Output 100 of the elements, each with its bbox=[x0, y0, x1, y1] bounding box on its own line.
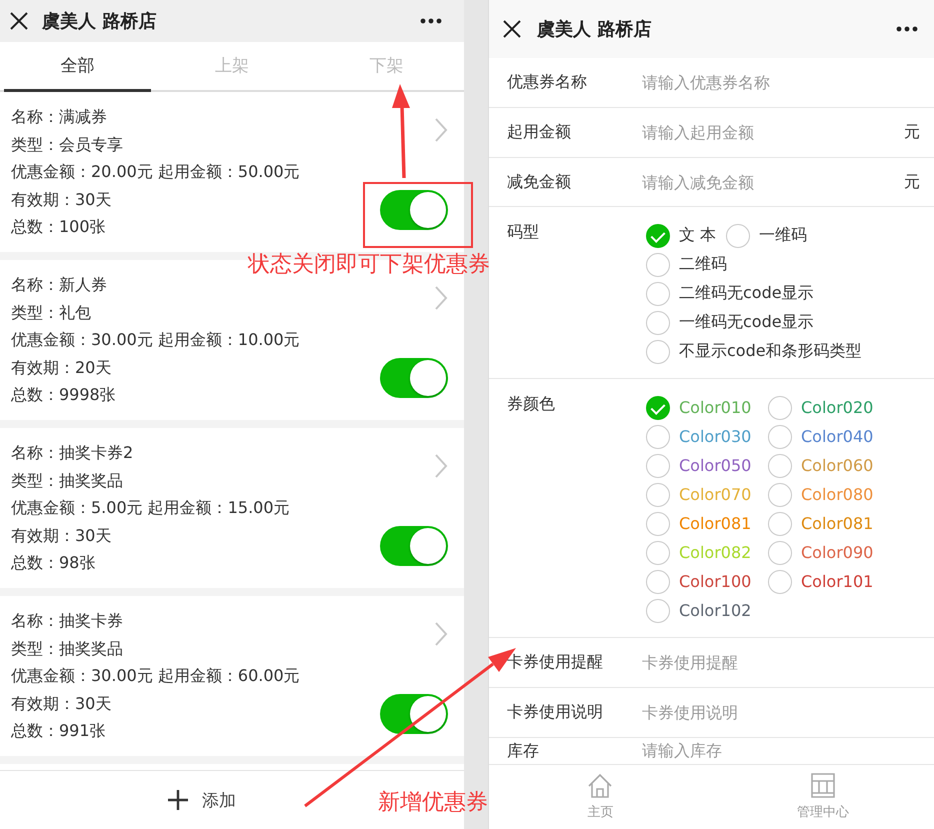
radio-button[interactable] bbox=[646, 340, 670, 364]
color-option[interactable]: Color070 bbox=[679, 485, 752, 504]
color-option[interactable]: Color060 bbox=[801, 456, 874, 476]
coupon-info: 总数：98张 bbox=[11, 552, 96, 574]
field-label: 优惠券名称 bbox=[507, 72, 588, 93]
color-option[interactable]: Color081 bbox=[801, 514, 874, 534]
coupon-info: 类型：会员专享 bbox=[11, 134, 124, 156]
toggle-switch[interactable] bbox=[380, 694, 448, 734]
tab[interactable]: 全部 bbox=[4, 42, 151, 92]
plus-icon bbox=[168, 790, 188, 810]
toggle-switch[interactable] bbox=[380, 190, 448, 230]
tab[interactable]: 上架 bbox=[158, 42, 306, 92]
radio-button[interactable] bbox=[646, 396, 670, 420]
chevron-right-icon bbox=[434, 285, 448, 311]
coupon-info: 优惠金额：30.00元 起用金额：60.00元 bbox=[11, 665, 301, 688]
unit-label: 元 bbox=[904, 172, 920, 193]
radio-button[interactable] bbox=[768, 512, 792, 536]
color-option[interactable]: Color050 bbox=[679, 456, 752, 476]
coupon-info: 优惠金额：20.00元 起用金额：50.00元 bbox=[11, 161, 301, 184]
close-icon[interactable] bbox=[503, 20, 521, 38]
radio-button[interactable] bbox=[646, 540, 670, 565]
chevron-right-icon bbox=[434, 117, 448, 143]
house-icon bbox=[587, 772, 614, 799]
unit-label: 元 bbox=[904, 122, 920, 143]
input-field[interactable]: 请输入减免金额 bbox=[642, 172, 898, 192]
coupon-info: 类型：礼包 bbox=[11, 302, 92, 324]
radio-button[interactable] bbox=[726, 224, 750, 248]
coupon-info: 优惠金额：30.00元 起用金额：10.00元 bbox=[11, 329, 301, 352]
field-label: 起用金额 bbox=[507, 122, 572, 143]
radio-button[interactable] bbox=[646, 454, 670, 478]
coupon-info: 类型：抽奖奖品 bbox=[11, 470, 124, 492]
field-label: 减免金额 bbox=[507, 172, 572, 193]
color-option[interactable]: Color101 bbox=[801, 572, 874, 592]
more-icon[interactable] bbox=[896, 26, 918, 32]
coupon-info: 总数：991张 bbox=[11, 720, 107, 742]
color-option[interactable]: Color102 bbox=[679, 601, 752, 620]
radio-button[interactable] bbox=[646, 252, 670, 277]
coupon-info: 有效期：30天 bbox=[11, 524, 112, 547]
code-type-option[interactable]: 一维码 bbox=[759, 225, 808, 246]
radio-button[interactable] bbox=[768, 396, 792, 420]
color-option[interactable]: Color010 bbox=[679, 398, 752, 418]
field-label: 码型 bbox=[507, 221, 540, 244]
radio-button[interactable] bbox=[646, 282, 670, 306]
shop-icon bbox=[808, 772, 837, 799]
field-label: 库存 bbox=[507, 742, 540, 760]
coupon-info: 优惠金额：5.00元 起用金额：15.00元 bbox=[11, 497, 291, 520]
input-field[interactable]: 请输入库存 bbox=[642, 742, 920, 760]
input-field[interactable]: 请输入优惠券名称 bbox=[642, 72, 920, 92]
color-option[interactable]: Color040 bbox=[801, 427, 874, 446]
toggle-switch[interactable] bbox=[380, 526, 448, 566]
input-field[interactable]: 卡券使用说明 bbox=[642, 703, 920, 722]
color-option[interactable]: Color081 bbox=[679, 514, 752, 534]
code-type-option[interactable]: 文 本 bbox=[679, 225, 716, 246]
coupon-info: 名称：新人券 bbox=[11, 274, 108, 296]
toggle-switch[interactable] bbox=[380, 358, 448, 398]
coupon-info: 有效期：30天 bbox=[11, 692, 112, 715]
close-icon[interactable] bbox=[10, 12, 28, 30]
field-label: 卡券使用说明 bbox=[507, 702, 604, 724]
radio-button[interactable] bbox=[646, 598, 670, 623]
color-option[interactable]: Color030 bbox=[679, 427, 752, 446]
radio-button[interactable] bbox=[646, 424, 670, 449]
color-option[interactable]: Color020 bbox=[801, 398, 874, 418]
tab[interactable]: 下架 bbox=[313, 42, 460, 92]
coupon-info: 名称：满减券 bbox=[11, 106, 108, 128]
input-field[interactable]: 卡券使用提醒 bbox=[642, 653, 920, 672]
coupon-info: 名称：抽奖卡券 bbox=[11, 610, 124, 632]
coupon-info: 总数：9998张 bbox=[11, 384, 117, 406]
coupon-info: 有效期：20天 bbox=[11, 356, 112, 379]
radio-button[interactable] bbox=[646, 224, 670, 248]
radio-button[interactable] bbox=[646, 482, 670, 507]
code-type-option[interactable]: 不显示code和条形码类型 bbox=[679, 341, 862, 362]
color-option[interactable]: Color100 bbox=[679, 572, 752, 592]
coupon-info: 类型：抽奖奖品 bbox=[11, 638, 124, 660]
radio-button[interactable] bbox=[646, 310, 670, 335]
chevron-right-icon bbox=[434, 453, 448, 479]
tab-bar-item[interactable]: 主页 bbox=[489, 764, 712, 829]
coupon-info: 总数：100张 bbox=[11, 216, 107, 238]
radio-button[interactable] bbox=[768, 482, 792, 507]
radio-button[interactable] bbox=[768, 424, 792, 449]
code-type-option[interactable]: 一维码无code显示 bbox=[679, 312, 814, 334]
radio-button[interactable] bbox=[768, 540, 792, 565]
code-type-option[interactable]: 二维码 bbox=[679, 254, 727, 276]
coupon-info: 有效期：30天 bbox=[11, 188, 112, 211]
add-button[interactable]: 添加 bbox=[162, 788, 242, 812]
radio-button[interactable] bbox=[768, 454, 792, 478]
color-option[interactable]: Color090 bbox=[801, 543, 874, 562]
input-field[interactable]: 请输入起用金额 bbox=[642, 122, 898, 142]
radio-button[interactable] bbox=[768, 570, 792, 594]
color-option[interactable]: Color080 bbox=[801, 485, 874, 504]
radio-button[interactable] bbox=[646, 512, 670, 536]
annotation-text: 状态关闭即可下架优惠券 bbox=[248, 251, 490, 277]
field-label: 卡券使用提醒 bbox=[507, 652, 604, 674]
coupon-info: 名称：抽奖卡券2 bbox=[11, 442, 134, 464]
code-type-option[interactable]: 二维码无code显示 bbox=[679, 283, 814, 304]
radio-button[interactable] bbox=[646, 570, 670, 594]
more-icon[interactable] bbox=[420, 18, 442, 24]
chevron-right-icon bbox=[434, 621, 448, 647]
annotation-text: 新增优惠券 bbox=[378, 789, 488, 815]
screen-title: 虞美人 路桥店 bbox=[42, 10, 158, 33]
tab-bar-item[interactable]: 管理中心 bbox=[712, 764, 934, 829]
